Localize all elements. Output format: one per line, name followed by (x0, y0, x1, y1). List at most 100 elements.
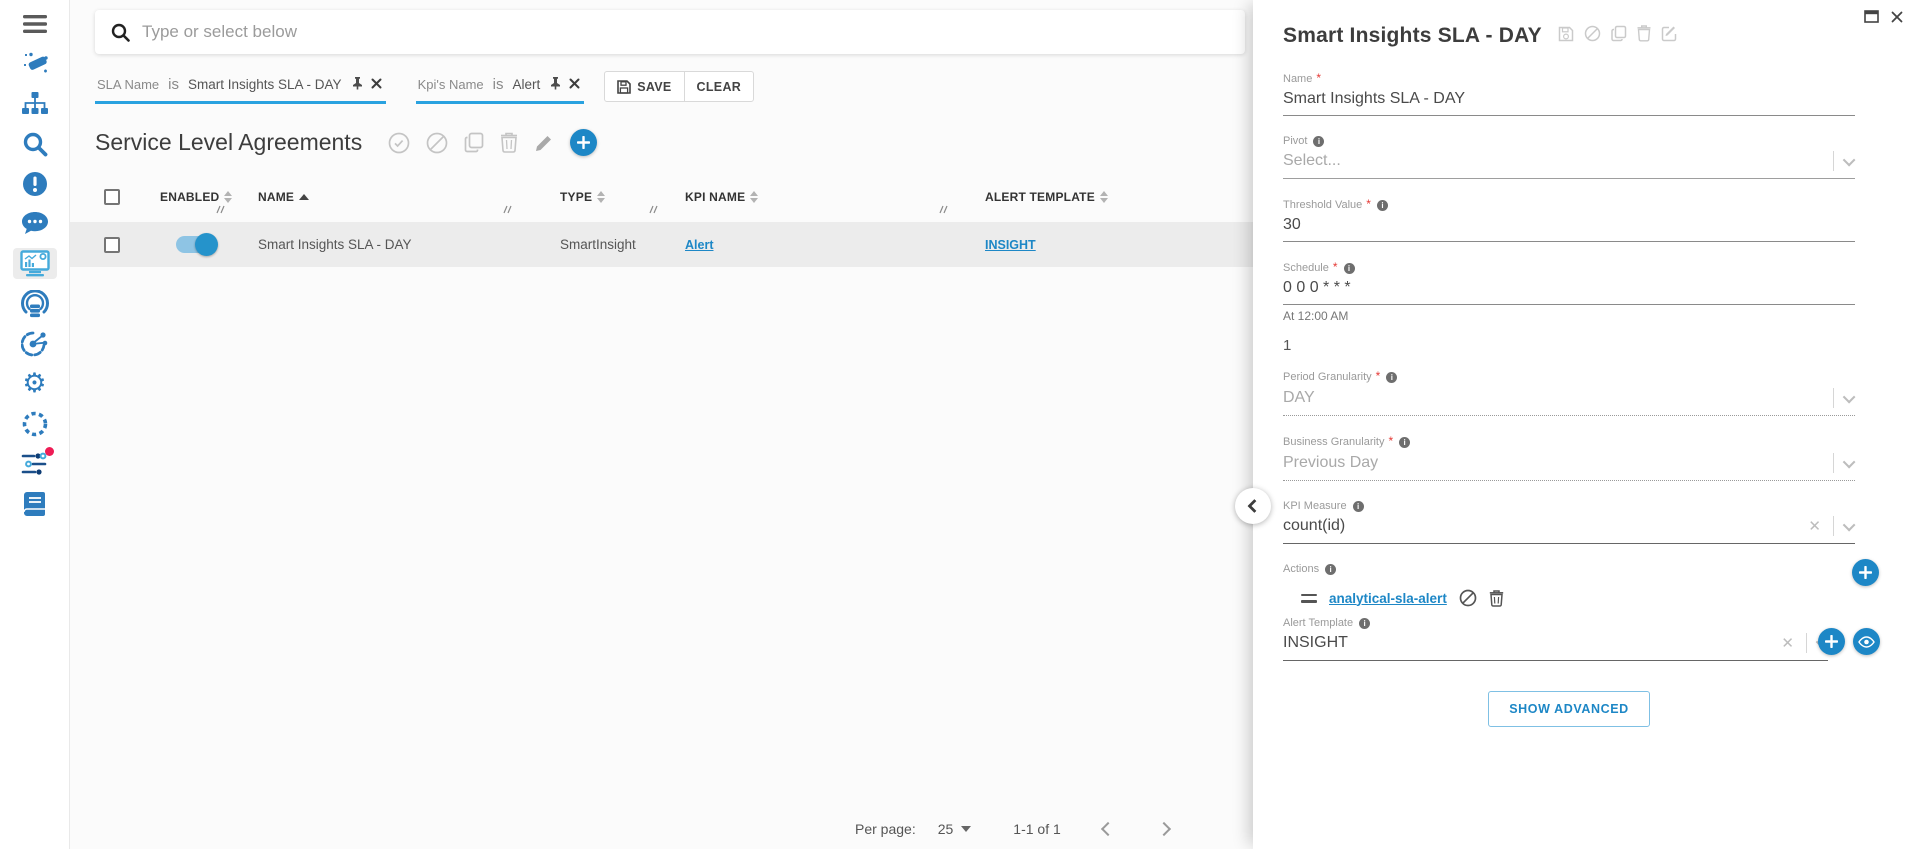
remove-filter-icon[interactable] (371, 78, 382, 89)
edit-pencil-icon[interactable] (534, 133, 554, 153)
table-row[interactable]: Smart Insights SLA - DAY SmartInsight Al… (70, 222, 1253, 267)
column-header-kpi-name[interactable]: KPI NAME (670, 190, 970, 204)
page-range: 1-1 of 1 (1013, 821, 1060, 837)
table-header: ENABLED NAME TYPE KPI NAME ALERT TEMPLAT… (70, 172, 1253, 222)
search-input[interactable] (142, 22, 1229, 42)
chevron-down-icon[interactable] (1843, 390, 1856, 403)
drag-handle-icon[interactable] (1301, 594, 1317, 603)
info-icon[interactable]: i (1353, 501, 1364, 512)
sidebar: ⚙ (0, 0, 70, 849)
magic-wand-icon[interactable] (13, 48, 57, 79)
copy-icon[interactable] (1611, 25, 1627, 47)
save-icon[interactable] (1558, 26, 1574, 47)
add-alert-template-button[interactable] (1818, 628, 1845, 655)
sort-icon (750, 191, 758, 203)
info-icon[interactable]: i (1344, 263, 1355, 274)
alert-template-select[interactable]: INSIGHT ✕ (1283, 629, 1828, 661)
delete-trash-icon[interactable] (1637, 25, 1651, 47)
notification-badge (45, 447, 54, 456)
column-header-enabled[interactable]: ENABLED (140, 190, 250, 204)
column-header-alert-template[interactable]: ALERT TEMPLATE (970, 190, 1253, 204)
preview-eye-button[interactable] (1853, 628, 1880, 655)
required-marker: * (1366, 197, 1371, 211)
dashed-circle-icon[interactable] (13, 408, 57, 439)
delete-trash-icon[interactable] (500, 132, 518, 153)
select-all-checkbox[interactable] (104, 189, 120, 205)
info-icon[interactable]: i (1325, 564, 1336, 575)
disable-ban-icon[interactable] (426, 132, 448, 154)
schedule-input[interactable]: 0 0 0 * * * (1283, 275, 1855, 305)
action-link[interactable]: analytical-sla-alert (1329, 591, 1447, 606)
info-icon[interactable]: i (1359, 618, 1370, 629)
chevron-left-icon (1247, 499, 1261, 513)
column-resize-handle[interactable] (938, 201, 948, 219)
show-advanced-button[interactable]: SHOW ADVANCED (1488, 691, 1650, 727)
book-icon[interactable] (13, 488, 57, 519)
info-icon[interactable]: i (1313, 136, 1324, 147)
field-alert-template: Alert Templatei INSIGHT ✕ (1283, 617, 1828, 661)
pivot-select[interactable]: Select... (1283, 147, 1855, 179)
clear-value-icon[interactable]: ✕ (1808, 519, 1821, 534)
chevron-down-icon[interactable] (1843, 518, 1856, 531)
remove-filter-icon[interactable] (569, 78, 580, 89)
pin-icon[interactable] (549, 76, 562, 90)
required-marker: * (1389, 434, 1394, 448)
filter-chip-kpi-name[interactable]: Kpi's Name is Alert (416, 75, 585, 104)
column-resize-handle[interactable] (648, 201, 658, 219)
share-gauge-icon[interactable] (13, 328, 57, 359)
hamburger-menu-icon[interactable] (13, 8, 57, 39)
chevron-down-icon[interactable] (1843, 153, 1856, 166)
next-page-icon[interactable] (1157, 822, 1171, 836)
title-row: Service Level Agreements (95, 129, 1253, 156)
period-granularity-select[interactable]: DAY (1283, 384, 1855, 416)
save-button[interactable]: SAVE (604, 71, 684, 102)
detail-panel: Smart Insights SLA - DAY Name* Smart Ins… (1253, 0, 1915, 849)
gear-icon[interactable]: ⚙ (13, 368, 57, 399)
row-checkbox[interactable] (104, 237, 120, 253)
pin-icon[interactable] (351, 76, 364, 90)
action-item: analytical-sla-alert (1301, 589, 1855, 607)
filter-value: Alert (512, 77, 540, 92)
add-action-button[interactable] (1852, 559, 1879, 586)
data-radar-icon[interactable] (13, 288, 57, 319)
delete-trash-icon[interactable] (1489, 590, 1504, 607)
search-icon[interactable] (13, 128, 57, 159)
edit-pencil-square-icon[interactable] (1661, 25, 1678, 47)
disable-ban-icon[interactable] (1459, 589, 1477, 607)
per-page-select[interactable]: 25 (938, 821, 972, 837)
column-resize-handle[interactable] (502, 201, 512, 219)
copy-icon[interactable] (464, 132, 484, 153)
add-sla-button[interactable] (570, 129, 597, 156)
required-marker: * (1376, 369, 1381, 383)
column-header-name[interactable]: NAME (250, 190, 540, 204)
close-panel-icon[interactable] (1891, 11, 1903, 23)
maximize-window-icon[interactable] (1864, 10, 1879, 23)
collapse-panel-button[interactable] (1235, 488, 1271, 524)
chevron-down-icon[interactable] (1843, 455, 1856, 468)
info-icon[interactable]: i (1399, 437, 1410, 448)
alert-template-link[interactable]: INSIGHT (985, 238, 1036, 252)
name-input[interactable]: Smart Insights SLA - DAY (1283, 86, 1855, 116)
enable-check-icon[interactable] (388, 132, 410, 154)
threshold-input[interactable]: 30 (1283, 212, 1855, 242)
enabled-toggle[interactable] (176, 236, 216, 253)
chat-icon[interactable] (13, 208, 57, 239)
cell-type: SmartInsight (540, 237, 670, 252)
monitor-dashboard-icon[interactable] (13, 248, 57, 279)
clear-button[interactable]: CLEAR (684, 71, 755, 102)
business-granularity-select[interactable]: Previous Day (1283, 449, 1855, 481)
sliders-icon[interactable] (13, 448, 57, 479)
info-icon[interactable]: i (1377, 200, 1388, 211)
disable-ban-icon[interactable] (1584, 25, 1601, 47)
alert-circle-icon[interactable] (13, 168, 57, 199)
clear-value-icon[interactable]: ✕ (1781, 636, 1794, 651)
field-pivot: Pivoti Select... (1283, 135, 1855, 179)
column-resize-handle[interactable] (215, 201, 225, 219)
filter-chip-sla-name[interactable]: SLA Name is Smart Insights SLA - DAY (95, 75, 386, 104)
kpi-measure-select[interactable]: count(id) ✕ (1283, 512, 1855, 544)
info-icon[interactable]: i (1386, 372, 1397, 383)
kpi-name-link[interactable]: Alert (685, 238, 713, 252)
prev-page-icon[interactable] (1101, 822, 1115, 836)
sitemap-icon[interactable] (13, 88, 57, 119)
required-marker: * (1316, 71, 1321, 85)
